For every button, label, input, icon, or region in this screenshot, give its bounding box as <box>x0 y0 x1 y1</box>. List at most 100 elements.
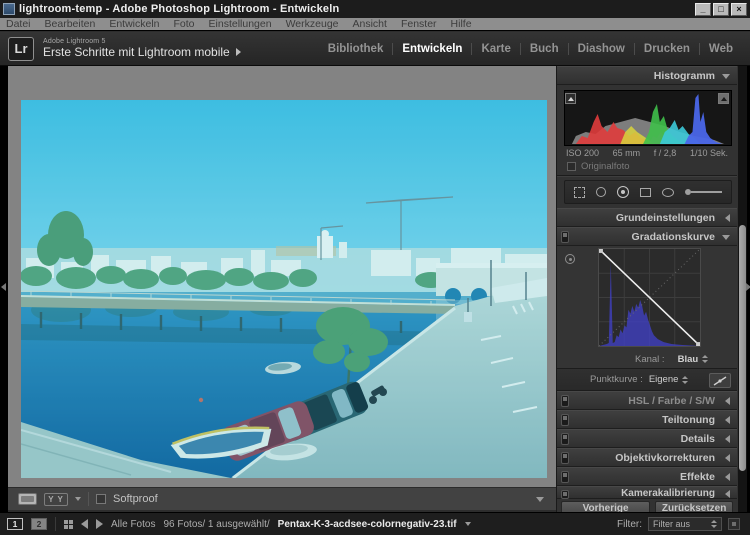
menu-entwickeln[interactable]: Entwickeln <box>109 18 159 30</box>
source-dropdown-icon[interactable] <box>465 522 471 526</box>
lr-logo: Lr <box>8 37 34 61</box>
softproof-checkbox[interactable] <box>96 494 106 504</box>
second-window-button[interactable]: 2 <box>31 518 47 530</box>
adjustment-brush-tool-icon[interactable] <box>685 189 722 195</box>
tone-curve-graph <box>599 249 700 346</box>
filmstrip-bar: 1 2 Alle Fotos 96 Fotos/ 1 ausgewählt/ P… <box>0 512 750 535</box>
menu-hilfe[interactable]: Hilfe <box>451 18 472 30</box>
original-photo-label: Originalfoto <box>581 161 630 172</box>
softproof-label: Softproof <box>113 493 158 505</box>
filter-lock-button[interactable] <box>728 518 740 530</box>
shadow-clipping-indicator[interactable] <box>565 93 576 104</box>
red-eye-tool-icon[interactable] <box>617 186 629 198</box>
basic-panel-header[interactable]: Grundeinstellungen <box>557 208 737 227</box>
menu-ansicht[interactable]: Ansicht <box>353 18 387 30</box>
minimize-button[interactable]: _ <box>695 3 711 16</box>
exif-info: ISO 200 65 mm f / 2,8 1/10 Sek. <box>557 146 737 158</box>
edit-point-curve-button[interactable] <box>709 373 731 388</box>
collapse-icon <box>725 397 730 405</box>
menu-datei[interactable]: Datei <box>6 18 31 30</box>
channel-stepper-icon <box>702 355 708 363</box>
histogram[interactable] <box>564 90 732 146</box>
next-photo-icon[interactable] <box>96 519 103 529</box>
reset-button[interactable]: Zurücksetzen <box>655 501 733 512</box>
menu-foto[interactable]: Foto <box>174 18 195 30</box>
point-curve-select[interactable]: Eigene <box>649 374 689 385</box>
photo-illustration <box>21 100 547 478</box>
menu-bearbeiten[interactable]: Bearbeiten <box>45 18 96 30</box>
hsl-enable-toggle[interactable] <box>561 395 569 407</box>
split-toning-enable-toggle[interactable] <box>561 414 569 426</box>
collapse-icon <box>725 435 730 443</box>
original-photo-row: Originalfoto <box>557 158 737 175</box>
filter-stepper-icon <box>711 520 717 528</box>
camera-calibration-panel-header[interactable]: Kamerakalibrierung <box>557 486 737 499</box>
menu-fenster[interactable]: Fenster <box>401 18 437 30</box>
maximize-button[interactable]: □ <box>713 3 729 16</box>
filter-label: Filter: <box>617 519 642 530</box>
main-window-button[interactable]: 1 <box>7 518 23 530</box>
filter-select[interactable]: Filter aus <box>648 517 722 531</box>
develop-right-panel: Histogramm <box>556 66 737 512</box>
source-label[interactable]: Alle Fotos <box>111 519 155 530</box>
crop-tool-icon[interactable] <box>574 187 585 198</box>
details-panel-header[interactable]: Details <box>557 429 737 448</box>
effects-enable-toggle[interactable] <box>561 471 569 483</box>
details-enable-toggle[interactable] <box>561 433 569 445</box>
selection-status: 96 Fotos/ 1 ausgewählt/ <box>163 519 269 530</box>
camera-calibration-enable-toggle[interactable] <box>561 490 569 499</box>
original-photo-checkbox[interactable] <box>567 162 576 171</box>
tone-curve-enable-toggle[interactable] <box>561 231 569 243</box>
image-canvas <box>8 66 556 487</box>
point-curve-label: Punktkurve : <box>590 374 643 385</box>
split-toning-panel-header[interactable]: Teiltonung <box>557 410 737 429</box>
left-panel-collapsed[interactable] <box>0 66 8 512</box>
spot-removal-tool-icon[interactable] <box>596 187 606 197</box>
targeted-adjustment-icon[interactable] <box>565 254 575 264</box>
toolbar-options-icon[interactable] <box>536 497 544 502</box>
identity-plate[interactable]: Adobe Lightroom 5 Erste Schritte mit Lig… <box>43 38 241 59</box>
menu-werkzeuge[interactable]: Werkzeuge <box>286 18 339 30</box>
tone-curve-panel-header[interactable]: Gradationskurve <box>557 227 737 246</box>
module-drucken[interactable]: Drucken <box>635 43 699 55</box>
module-bibliothek[interactable]: Bibliothek <box>319 43 393 55</box>
hsl-panel-header[interactable]: HSL / Farbe / S/W <box>557 391 737 410</box>
channel-select[interactable]: Blau <box>678 354 709 365</box>
collapse-icon <box>725 454 730 462</box>
app-icon <box>3 3 15 15</box>
collapse-icon <box>722 74 730 79</box>
lens-corrections-enable-toggle[interactable] <box>561 452 569 464</box>
module-entwickeln[interactable]: Entwickeln <box>393 43 471 55</box>
previous-button[interactable]: Vorherige <box>561 501 650 512</box>
window-title: lightroom-temp - Adobe Photoshop Lightro… <box>19 3 339 15</box>
lightroom-window: lightroom-temp - Adobe Photoshop Lightro… <box>0 0 750 535</box>
before-after-dropdown-icon[interactable] <box>75 497 81 501</box>
grid-view-icon[interactable] <box>64 520 73 529</box>
scrollbar-thumb[interactable] <box>739 225 746 471</box>
collapse-icon <box>725 473 730 481</box>
left-panel-expand-icon[interactable] <box>1 283 6 291</box>
close-button[interactable]: × <box>731 3 747 16</box>
before-after-icon[interactable]: Y Y <box>44 493 68 506</box>
previous-photo-icon[interactable] <box>81 519 88 529</box>
loupe-view-icon[interactable] <box>18 493 37 505</box>
module-buch[interactable]: Buch <box>521 43 568 55</box>
effects-panel-header[interactable]: Effekte <box>557 467 737 486</box>
radial-filter-tool-icon[interactable] <box>662 188 674 197</box>
selected-filename[interactable]: Pentax-K-3-acdsee-colornegativ-23.tif <box>278 519 457 530</box>
photo-preview[interactable] <box>21 100 547 478</box>
tone-curve-panel: Kanal : Blau <box>557 246 737 368</box>
exif-aperture: f / 2,8 <box>654 148 677 158</box>
lens-corrections-panel-header[interactable]: Objektivkorrekturen <box>557 448 737 467</box>
right-panel-collapse-icon[interactable] <box>746 283 750 291</box>
module-karte[interactable]: Karte <box>472 43 519 55</box>
tone-curve-editor[interactable] <box>598 248 701 347</box>
module-web[interactable]: Web <box>700 43 742 55</box>
menu-einstellungen[interactable]: Einstellungen <box>209 18 272 30</box>
collapse-icon <box>722 235 730 240</box>
graduated-filter-tool-icon[interactable] <box>640 188 651 197</box>
highlight-clipping-indicator[interactable] <box>718 93 729 104</box>
exif-iso: ISO 200 <box>566 148 599 158</box>
histogram-panel-header[interactable]: Histogramm <box>557 66 737 85</box>
module-diashow[interactable]: Diashow <box>569 43 634 55</box>
